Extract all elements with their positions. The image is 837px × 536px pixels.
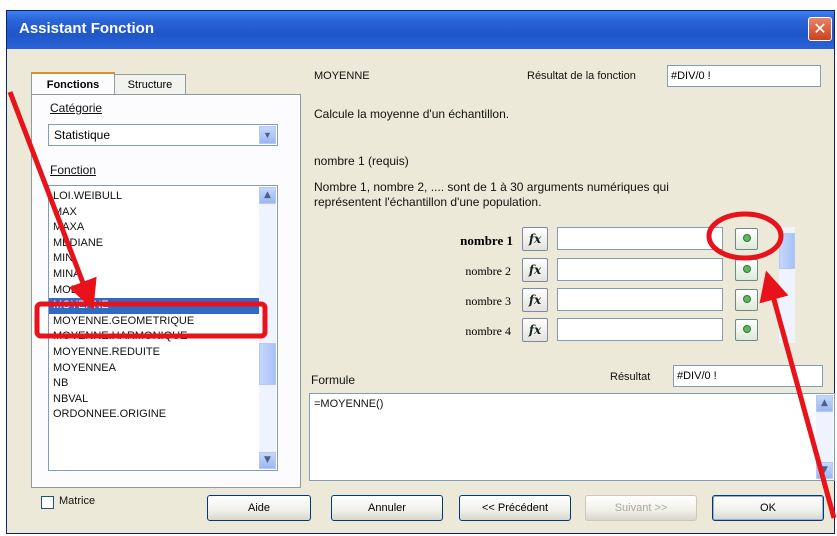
arg-label-2: nombre 2 (465, 264, 511, 278)
param-title: nombre 1 (requis) (314, 154, 409, 168)
arg-input-1[interactable] (557, 227, 723, 250)
list-item[interactable]: MOYENNE.REDUITE (49, 345, 259, 361)
fx-button-1[interactable]: fx (522, 227, 548, 251)
category-value: Statistique (54, 128, 111, 142)
list-item[interactable]: MIN (49, 251, 259, 267)
formula-scrollbar[interactable]: ▲ ▼ (816, 395, 833, 479)
fx-button-2[interactable]: fx (522, 258, 548, 282)
param-description-line2: représentent l'échantillon d'une populat… (314, 195, 542, 209)
function-result-label: Résultat de la fonction (527, 70, 636, 82)
functions-tab-panel: Catégorie Statistique ▼ Fonction LOI.WEI… (31, 94, 301, 488)
arg-input-2[interactable] (557, 258, 723, 281)
shrink-button-3[interactable] (735, 289, 758, 311)
function-description: Calcule la moyenne d'un échantillon. (314, 107, 510, 121)
formula-label: Formule (311, 373, 356, 387)
list-item[interactable]: MAXA (49, 220, 259, 236)
function-label: Fonction (50, 163, 97, 177)
list-item[interactable]: NBVAL (49, 392, 259, 408)
shrink-icon (743, 265, 751, 273)
arg-input-3[interactable] (557, 288, 723, 311)
tab-fonctions[interactable]: Fonctions (31, 72, 115, 94)
scroll-thumb[interactable] (259, 343, 276, 385)
args-scrollbar[interactable] (779, 227, 795, 343)
arg-input-4[interactable] (557, 318, 723, 341)
list-item[interactable]: LOI.WEIBULL (49, 189, 259, 205)
list-item[interactable]: MINA (49, 267, 259, 283)
formula-editor[interactable]: =MOYENNE() ▲ ▼ (309, 393, 835, 481)
shrink-icon (743, 295, 751, 303)
shrink-icon (743, 325, 751, 333)
list-item[interactable]: MEDIANE (49, 236, 259, 252)
close-button[interactable]: ✕ (808, 17, 832, 41)
screenshot-frame: Assistant Fonction ✕ Fonctions Structure… (0, 0, 837, 536)
function-listbox[interactable]: LOI.WEIBULL MAX MAXA MEDIANE MIN MINA MO… (48, 185, 278, 471)
shrink-button-4[interactable] (735, 319, 758, 341)
list-item[interactable]: MODE (49, 283, 259, 299)
tab-structure[interactable]: Structure (114, 74, 186, 94)
help-button[interactable]: Aide (207, 495, 311, 521)
formula-text: =MOYENNE() (314, 398, 384, 410)
list-item[interactable]: MOYENNE.GEOMETRIQUE (49, 314, 259, 330)
arg-label-4: nombre 4 (465, 324, 511, 338)
shrink-icon (743, 234, 751, 242)
shrink-button-1[interactable] (735, 228, 758, 250)
window-title: Assistant Fonction (19, 20, 155, 37)
arg-label-1: nombre 1 (460, 233, 513, 248)
function-wizard-dialog: Assistant Fonction ✕ Fonctions Structure… (6, 10, 835, 534)
arg-label-3: nombre 3 (465, 294, 511, 308)
list-item[interactable]: MOYENNE.HARMONIQUE (49, 329, 259, 345)
list-item[interactable]: MAX (49, 205, 259, 221)
cancel-button[interactable]: Annuler (331, 495, 443, 521)
function-list-scrollbar[interactable]: ▲ ▼ (259, 187, 276, 469)
previous-button[interactable]: << Précédent (459, 495, 571, 521)
list-item-selected[interactable]: MOYENNE (49, 298, 259, 314)
next-button[interactable]: Suivant >> (585, 495, 697, 521)
args-scroll-thumb[interactable] (779, 233, 795, 269)
matrix-checkbox[interactable] (41, 496, 54, 509)
matrix-label: Matrice (59, 495, 96, 507)
list-item[interactable]: ORDONNEE.ORIGINE (49, 407, 259, 423)
list-item[interactable]: MOYENNEA (49, 361, 259, 377)
scroll-down-icon[interactable]: ▼ (816, 462, 833, 479)
list-item[interactable]: NB (49, 376, 259, 392)
fx-button-3[interactable]: fx (522, 288, 548, 312)
function-result-value: #DIV/0 ! (667, 65, 821, 87)
param-description-line1: Nombre 1, nombre 2, .... sont de 1 à 30 … (314, 180, 669, 194)
chevron-down-icon[interactable]: ▼ (259, 126, 276, 144)
fx-button-4[interactable]: fx (522, 318, 548, 342)
result-value: #DIV/0 ! (673, 365, 823, 387)
category-label: Catégorie (50, 101, 103, 115)
scroll-down-icon[interactable]: ▼ (259, 452, 276, 469)
category-select[interactable]: Statistique ▼ (48, 124, 278, 146)
scroll-up-icon[interactable]: ▲ (816, 395, 833, 412)
shrink-button-2[interactable] (735, 259, 758, 281)
title-bar: Assistant Fonction ✕ (7, 11, 834, 49)
function-name: MOYENNE (314, 70, 370, 82)
ok-button[interactable]: OK (712, 495, 824, 521)
result-label: Résultat (610, 371, 651, 383)
scroll-up-icon[interactable]: ▲ (259, 187, 276, 204)
